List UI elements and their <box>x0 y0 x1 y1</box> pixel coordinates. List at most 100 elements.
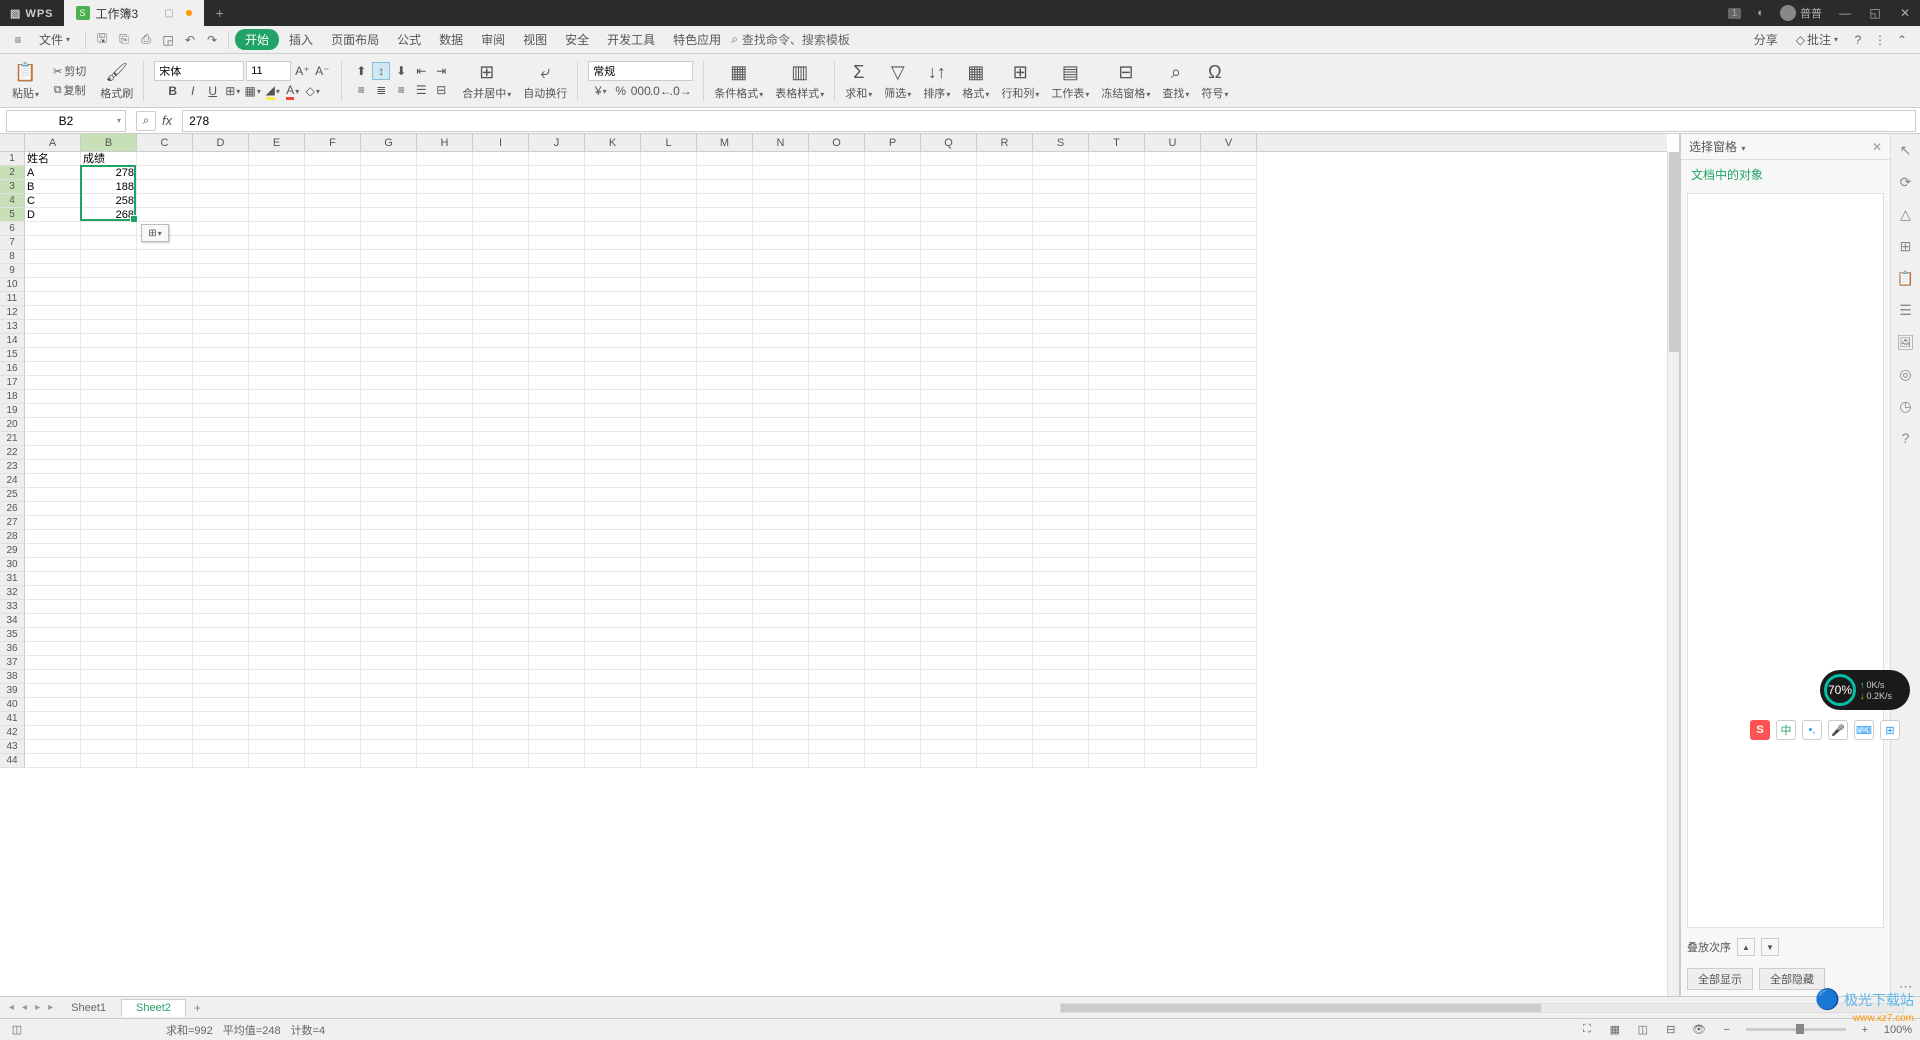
decrease-indent-icon[interactable]: ⇤ <box>412 62 430 80</box>
cell-H24[interactable] <box>417 474 473 488</box>
ime-punct-icon[interactable]: •, <box>1802 720 1822 740</box>
cell-O30[interactable] <box>809 558 865 572</box>
cell-L15[interactable] <box>641 348 697 362</box>
cell-B11[interactable] <box>81 292 137 306</box>
cell-R39[interactable] <box>977 684 1033 698</box>
justify-icon[interactable]: ☰ <box>412 81 430 99</box>
cell-H33[interactable] <box>417 600 473 614</box>
cell-S33[interactable] <box>1033 600 1089 614</box>
cell-R6[interactable] <box>977 222 1033 236</box>
cell-K12[interactable] <box>585 306 641 320</box>
system-monitor-widget[interactable]: 70% ↑0K/s ↓0.2K/s <box>1820 670 1910 710</box>
cell-F27[interactable] <box>305 516 361 530</box>
cell-S14[interactable] <box>1033 334 1089 348</box>
tab-formula[interactable]: 公式 <box>389 29 429 50</box>
cell-H20[interactable] <box>417 418 473 432</box>
cell-F25[interactable] <box>305 488 361 502</box>
cell-S27[interactable] <box>1033 516 1089 530</box>
cell-E14[interactable] <box>249 334 305 348</box>
cell-P40[interactable] <box>865 698 921 712</box>
cell-R12[interactable] <box>977 306 1033 320</box>
cell-U22[interactable] <box>1145 446 1201 460</box>
cell-D1[interactable] <box>193 152 249 166</box>
symbol-button[interactable]: Ω 符号▾ <box>1195 56 1234 106</box>
cell-O44[interactable] <box>809 754 865 768</box>
cell-R36[interactable] <box>977 642 1033 656</box>
collapse-ribbon-icon[interactable]: ⌃ <box>1892 30 1912 50</box>
cell-D30[interactable] <box>193 558 249 572</box>
cell-E30[interactable] <box>249 558 305 572</box>
font-size-select[interactable] <box>246 61 291 81</box>
cell-F21[interactable] <box>305 432 361 446</box>
cell-E13[interactable] <box>249 320 305 334</box>
cell-K28[interactable] <box>585 530 641 544</box>
cell-T8[interactable] <box>1089 250 1145 264</box>
cell-K2[interactable] <box>585 166 641 180</box>
cell-O3[interactable] <box>809 180 865 194</box>
cell-V5[interactable] <box>1201 208 1257 222</box>
cell-G37[interactable] <box>361 656 417 670</box>
cell-J1[interactable] <box>529 152 585 166</box>
cell-N32[interactable] <box>753 586 809 600</box>
cell-J34[interactable] <box>529 614 585 628</box>
cell-L9[interactable] <box>641 264 697 278</box>
save-as-icon[interactable]: ⎘ <box>114 30 134 50</box>
cell-S17[interactable] <box>1033 376 1089 390</box>
row-header-35[interactable]: 35 <box>0 628 25 642</box>
cell-M27[interactable] <box>697 516 753 530</box>
cell-S41[interactable] <box>1033 712 1089 726</box>
row-header-40[interactable]: 40 <box>0 698 25 712</box>
fullscreen-icon[interactable]: ⛶ <box>1578 1022 1596 1038</box>
cell-J41[interactable] <box>529 712 585 726</box>
cell-F9[interactable] <box>305 264 361 278</box>
cell-Q38[interactable] <box>921 670 977 684</box>
cell-T10[interactable] <box>1089 278 1145 292</box>
cell-G32[interactable] <box>361 586 417 600</box>
align-middle-icon[interactable]: ↕ <box>372 62 390 80</box>
cell-I9[interactable] <box>473 264 529 278</box>
cell-F15[interactable] <box>305 348 361 362</box>
row-header-17[interactable]: 17 <box>0 376 25 390</box>
cell-Q42[interactable] <box>921 726 977 740</box>
image-tool-icon[interactable]: 🖼 <box>1896 332 1916 352</box>
cell-M37[interactable] <box>697 656 753 670</box>
cell-D36[interactable] <box>193 642 249 656</box>
cell-V30[interactable] <box>1201 558 1257 572</box>
cell-B8[interactable] <box>81 250 137 264</box>
cell-J37[interactable] <box>529 656 585 670</box>
cell-F26[interactable] <box>305 502 361 516</box>
cell-D38[interactable] <box>193 670 249 684</box>
cell-U4[interactable] <box>1145 194 1201 208</box>
cell-K8[interactable] <box>585 250 641 264</box>
row-header-7[interactable]: 7 <box>0 236 25 250</box>
cell-Q14[interactable] <box>921 334 977 348</box>
cell-L40[interactable] <box>641 698 697 712</box>
cell-E16[interactable] <box>249 362 305 376</box>
cell-A44[interactable] <box>25 754 81 768</box>
cell-A28[interactable] <box>25 530 81 544</box>
sort-button[interactable]: ↓↑ 排序▾ <box>917 56 956 106</box>
cell-D40[interactable] <box>193 698 249 712</box>
col-header-H[interactable]: H <box>417 134 473 151</box>
cell-E41[interactable] <box>249 712 305 726</box>
cell-P8[interactable] <box>865 250 921 264</box>
cell-P16[interactable] <box>865 362 921 376</box>
tab-home[interactable]: 开始 <box>235 29 279 50</box>
cell-F31[interactable] <box>305 572 361 586</box>
cell-Q9[interactable] <box>921 264 977 278</box>
cell-K10[interactable] <box>585 278 641 292</box>
cell-I29[interactable] <box>473 544 529 558</box>
cell-F24[interactable] <box>305 474 361 488</box>
cell-R42[interactable] <box>977 726 1033 740</box>
cell-M30[interactable] <box>697 558 753 572</box>
cell-C13[interactable] <box>137 320 193 334</box>
cell-T28[interactable] <box>1089 530 1145 544</box>
cell-H35[interactable] <box>417 628 473 642</box>
cell-R35[interactable] <box>977 628 1033 642</box>
col-header-G[interactable]: G <box>361 134 417 151</box>
cell-L36[interactable] <box>641 642 697 656</box>
cell-R4[interactable] <box>977 194 1033 208</box>
cell-G16[interactable] <box>361 362 417 376</box>
cell-S29[interactable] <box>1033 544 1089 558</box>
cell-D6[interactable] <box>193 222 249 236</box>
